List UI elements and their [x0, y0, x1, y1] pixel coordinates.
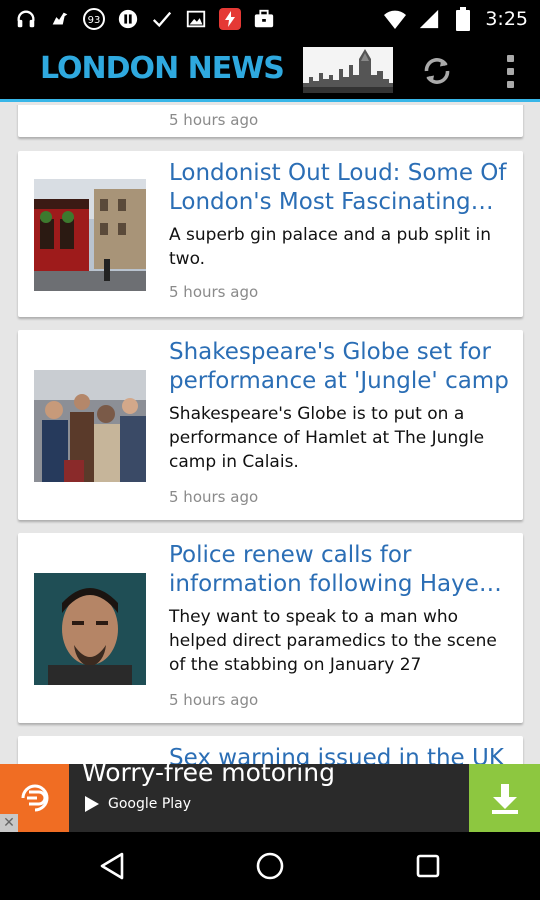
briefcase-icon: [252, 7, 276, 31]
svg-text:93: 93: [88, 15, 101, 26]
headphones-icon: [14, 7, 38, 31]
download-icon: [491, 784, 518, 814]
ad-store-badge[interactable]: Google Play: [82, 792, 191, 816]
back-icon: [100, 852, 124, 880]
skyline-logo-image: [303, 47, 393, 93]
article-title[interactable]: Sex warning issued in the UK: [169, 744, 509, 765]
article-thumbnail[interactable]: [34, 573, 146, 685]
overflow-menu-icon: [506, 54, 514, 62]
home-button[interactable]: [250, 846, 290, 886]
article-title-line: Shakespeare's Globe set for: [169, 339, 491, 365]
article-title-line: London's Most Fascinating…: [169, 189, 494, 215]
battery-icon: [451, 7, 475, 31]
news-card[interactable]: Police renew calls for information follo…: [18, 533, 523, 723]
notification-count-icon: 93: [82, 7, 106, 31]
overflow-menu-button[interactable]: [494, 50, 526, 92]
status-bar: 93 3:25: [0, 0, 540, 38]
article-title-line: Police renew calls for: [169, 542, 412, 568]
image-icon: [184, 7, 208, 31]
article-title-line: performance at 'Jungle' camp: [169, 368, 509, 394]
app-bar: LONDON NEWS: [0, 38, 540, 102]
article-time: 5 hours ago: [169, 283, 259, 301]
article-title[interactable]: Shakespeare's Globe set for performance …: [169, 338, 509, 396]
article-thumbnail[interactable]: [34, 370, 146, 482]
news-card[interactable]: Shakespeare's Globe set for performance …: [18, 330, 523, 520]
news-feed[interactable]: 5 hours ago Londonist Out Loud: Some Of …: [0, 105, 540, 765]
ad-banner[interactable]: ✕ Worry-free motoring Google Play: [0, 764, 540, 832]
back-button[interactable]: [92, 846, 132, 886]
google-play-icon: [85, 796, 99, 812]
article-thumbnail[interactable]: [34, 179, 146, 291]
pause-icon: [116, 7, 140, 31]
home-icon: [256, 852, 284, 880]
article-time: 5 hours ago: [169, 488, 259, 506]
ad-headline: Worry-free motoring: [82, 764, 335, 787]
recents-button[interactable]: [408, 846, 448, 886]
news-card-partial[interactable]: Sex warning issued in the UK: [18, 736, 523, 765]
ad-logo-icon: [21, 784, 48, 812]
ad-close-button[interactable]: ✕: [0, 814, 18, 832]
refresh-button[interactable]: [416, 50, 458, 92]
clock: 3:25: [485, 8, 528, 30]
article-time: 5 hours ago: [169, 691, 259, 709]
wifi-icon: [383, 7, 407, 31]
signal-icon: [417, 7, 441, 31]
article-description: They want to speak to a man who helped d…: [169, 607, 497, 675]
app-title: LONDON NEWS: [40, 51, 285, 86]
bird-icon: [48, 7, 72, 31]
article-description: A superb gin palace and a pub split in t…: [169, 225, 491, 269]
overflow-dot: [506, 67, 514, 75]
news-card-partial[interactable]: 5 hours ago: [18, 105, 523, 137]
news-card[interactable]: Londonist Out Loud: Some Of London's Mos…: [18, 151, 523, 317]
article-title-line: information following Haye…: [169, 571, 502, 597]
recents-icon: [416, 854, 440, 878]
article-title[interactable]: Police renew calls for information follo…: [169, 541, 509, 599]
article-title-line: Sex warning issued in the UK: [169, 745, 504, 765]
article-description: Shakespeare's Globe is to put on a perfo…: [169, 404, 485, 472]
system-nav-bar: [0, 832, 540, 900]
refresh-icon: [424, 58, 450, 84]
article-title-line: Londonist Out Loud: Some Of: [169, 160, 507, 186]
ad-download-button[interactable]: [469, 764, 540, 832]
article-title[interactable]: Londonist Out Loud: Some Of London's Mos…: [169, 159, 509, 217]
flash-icon: [218, 7, 242, 31]
article-time: 5 hours ago: [169, 111, 259, 129]
check-icon: [150, 7, 174, 31]
ad-store-label: Google Play: [108, 796, 192, 812]
overflow-dot: [506, 80, 514, 88]
